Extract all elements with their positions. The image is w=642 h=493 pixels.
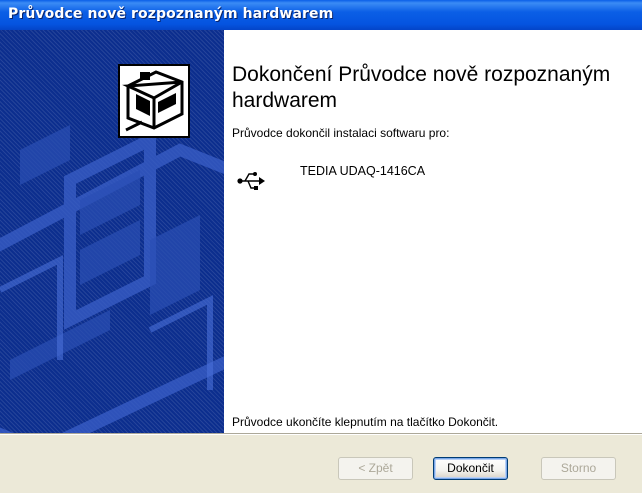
sidebar-decoration-graphic (0, 125, 224, 433)
title-bar[interactable]: Průvodce nově rozpoznaným hardwarem (0, 0, 642, 30)
hardware-wizard-icon (118, 64, 190, 138)
cancel-button[interactable]: Storno (541, 457, 616, 480)
back-button[interactable]: < Zpět (338, 457, 413, 480)
finish-button[interactable]: Dokončit (433, 457, 508, 480)
device-name: TEDIA UDAQ-1416CA (300, 164, 426, 178)
page-heading: Dokončení Průvodce nově rozpoznaným hard… (232, 63, 611, 112)
install-complete-text: Průvodce dokončil instalaci softwaru pro… (232, 126, 450, 140)
wizard-sidebar (0, 30, 224, 433)
wizard-content: Dokončení Průvodce nově rozpoznaným hard… (224, 30, 642, 433)
finish-instruction-text: Průvodce ukončíte klepnutím na tlačítko … (232, 415, 499, 429)
button-separator (0, 433, 642, 435)
wizard-window: Průvodce nově rozpoznaným hardwarem Doko… (0, 0, 642, 493)
window-title: Průvodce nově rozpoznaným hardwarem (8, 6, 334, 22)
usb-icon (237, 172, 265, 190)
